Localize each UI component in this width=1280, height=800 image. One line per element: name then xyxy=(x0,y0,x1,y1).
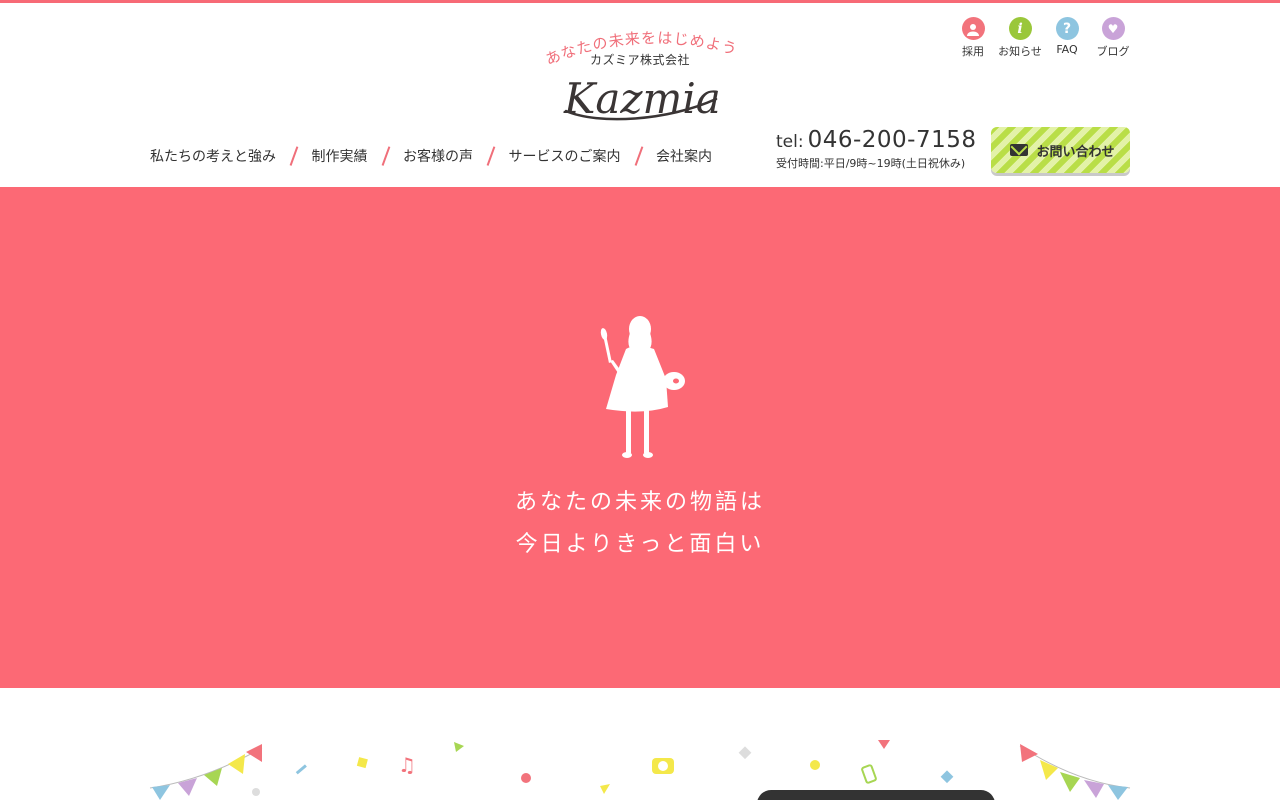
nav-separator xyxy=(486,146,495,166)
util-label-blog: ブログ xyxy=(1096,45,1130,58)
person-icon xyxy=(961,17,985,40)
confetti xyxy=(295,764,307,775)
util-label-news: お知らせ xyxy=(998,45,1042,58)
nav-separator xyxy=(289,146,298,166)
phone-number[interactable]: tel: 046-200-7158 xyxy=(776,127,977,153)
util-item-recruit[interactable]: 採用 xyxy=(954,17,992,59)
hero-headline-line2: 今日よりきっと面白い xyxy=(515,532,765,557)
util-item-blog[interactable]: ♥ ブログ xyxy=(1094,17,1132,59)
util-item-news[interactable]: i お知らせ xyxy=(998,17,1042,59)
confetti xyxy=(738,746,752,760)
util-label-faq: FAQ xyxy=(1056,43,1078,56)
mail-icon xyxy=(1010,144,1029,156)
nav-item-philosophy[interactable]: 私たちの考えと強み xyxy=(150,146,276,166)
nav-separator xyxy=(381,146,390,166)
bunting-decoration: ♫ xyxy=(0,688,1280,800)
contact-button-label: お問い合わせ xyxy=(1036,144,1115,160)
hero-section: あなたの未来の物語は 今日よりきっと面白い xyxy=(0,187,1280,696)
nav-item-services[interactable]: サービスのご案内 xyxy=(509,146,621,166)
confetti-bunting-graphic: ♫ xyxy=(149,740,1131,800)
bunting-flag xyxy=(1020,744,1038,762)
info-icon: i xyxy=(1008,17,1032,40)
smartphone-icon xyxy=(861,764,877,784)
nav-separator xyxy=(634,146,643,166)
confetti xyxy=(521,773,531,783)
confetti xyxy=(454,742,464,752)
confetti xyxy=(810,760,820,770)
bunting-flag xyxy=(1108,785,1128,800)
nav-item-testimonials[interactable]: お客様の声 xyxy=(403,146,473,166)
business-hours: 受付時間:平日/9時~19時(土日祝休み) xyxy=(776,157,966,170)
question-icon: ? xyxy=(1055,17,1079,40)
contact-info: tel: 046-200-7158 受付時間:平日/9時~19時(土日祝休み) xyxy=(776,127,977,171)
contact-button-content: お問い合わせ xyxy=(1006,141,1115,160)
util-label-recruit: 採用 xyxy=(962,45,984,58)
dark-tab-shape xyxy=(757,790,995,800)
util-item-faq[interactable]: ? FAQ xyxy=(1048,17,1086,59)
utility-nav: 採用 i お知らせ ? FAQ ♥ ブログ xyxy=(954,17,1132,59)
tel-number: 046-200-7158 xyxy=(807,127,977,153)
site-logo[interactable]: あなたの未来をはじめよう カズミア株式会社 Kazmia xyxy=(540,25,740,135)
confetti xyxy=(356,757,368,769)
bunting-flag xyxy=(152,785,170,800)
nav-item-works[interactable]: 制作実績 xyxy=(312,146,368,166)
svg-text:Kazmia: Kazmia xyxy=(563,74,721,123)
confetti xyxy=(940,770,954,784)
bunting-flag xyxy=(178,778,197,796)
main-nav: 私たちの考えと強み 制作実績 お客様の声 サービスのご案内 会社案内 xyxy=(150,146,712,166)
heart-icon: ♥ xyxy=(1101,17,1125,40)
contact-button[interactable]: お問い合わせ xyxy=(991,127,1130,173)
music-note-icon: ♫ xyxy=(398,753,416,777)
bunting-flag xyxy=(228,754,245,774)
tel-prefix: tel: xyxy=(776,132,804,152)
confetti xyxy=(600,784,610,794)
bunting-flag xyxy=(246,744,262,762)
site-header: あなたの未来をはじめよう カズミア株式会社 Kazmia 採用 i お知らせ ?… xyxy=(0,3,1280,187)
confetti xyxy=(252,788,260,796)
hero-headline-line1: あなたの未来の物語は xyxy=(514,490,765,515)
girl-silhouette-illustration xyxy=(600,316,685,458)
nav-item-company[interactable]: 会社案内 xyxy=(656,146,712,166)
confetti xyxy=(878,740,890,749)
logo-wordmark: Kazmia xyxy=(563,74,721,123)
